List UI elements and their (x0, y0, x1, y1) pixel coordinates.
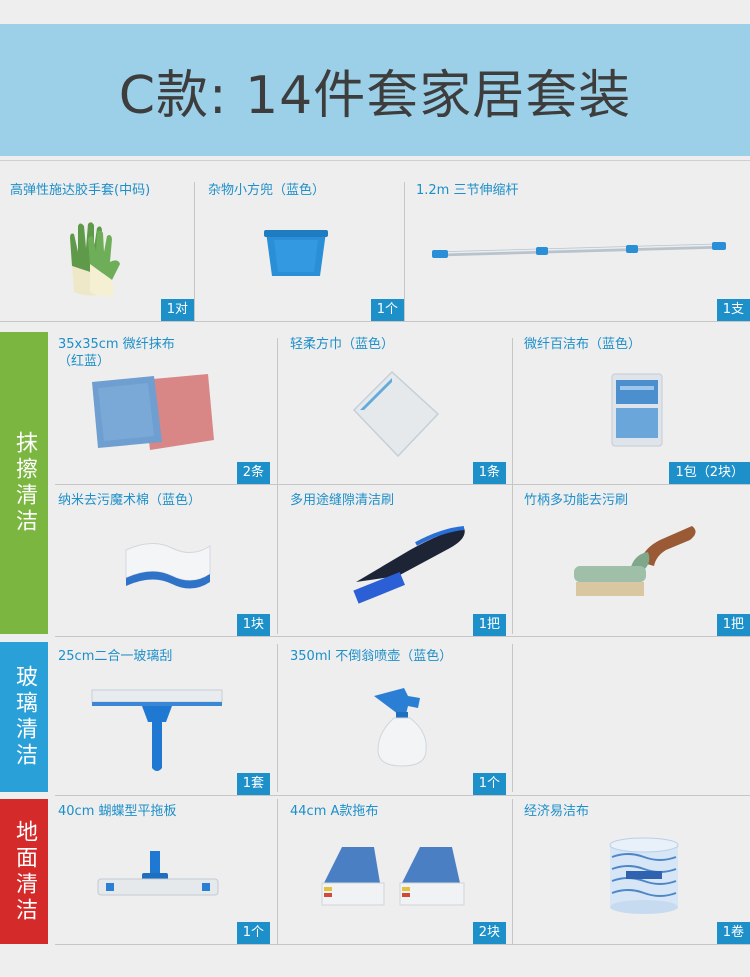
product-cell-pole[interactable]: 1.2m 三节伸缩杆 1支 (410, 178, 750, 321)
category-label: 地面清洁 (12, 819, 37, 924)
product-label: 高弹性施达胶手套(中码) (10, 183, 151, 198)
product-label: 竹柄多功能去污刷 (524, 493, 629, 508)
quantity-badge: 1套 (236, 773, 270, 795)
quantity-badge: 1支 (716, 299, 750, 321)
grid-line (55, 484, 750, 485)
product-cell-spray-bottle[interactable]: 350ml 不倒翁喷壶（蓝色） 1个 (284, 644, 506, 795)
grid-line (512, 799, 513, 944)
product-cell-soft-towel[interactable]: 轻柔方巾（蓝色） 1条 (284, 332, 506, 484)
category-floor: 地面清洁 (0, 799, 48, 944)
mop-pads-icon (321, 847, 465, 906)
divider (0, 160, 750, 161)
product-label: 多用途缝隙清洁刷 (290, 493, 395, 508)
product-label: 微纤百洁布（蓝色） (524, 337, 642, 352)
grid-line (55, 795, 750, 796)
magic-sponge-icon (125, 543, 211, 589)
product-label: 44cm A款拖布 (290, 804, 379, 819)
quantity-badge: 1个 (236, 922, 270, 944)
product-label: 轻柔方巾（蓝色） (290, 337, 395, 352)
product-label: 35x35cm 微纤抹布 （红蓝） (58, 337, 175, 369)
quantity-badge: 1块 (236, 614, 270, 636)
quantity-badge: 1条 (472, 462, 506, 484)
scouring-pad-pack-icon (611, 373, 663, 447)
product-cell-window-squeegee[interactable]: 25cm二合一玻璃刮 1套 (52, 644, 270, 795)
product-label: 杂物小方兜（蓝色） (208, 183, 326, 198)
window-squeegee-icon (91, 689, 223, 771)
quantity-badge: 2块 (472, 922, 506, 944)
quantity-badge: 1卷 (716, 922, 750, 944)
cloth-roll-icon (609, 837, 679, 914)
product-cell-gloves[interactable]: 高弹性施达胶手套(中码) 1对 (4, 178, 194, 321)
grid-line (512, 644, 513, 792)
quantity-badge: 1对 (160, 299, 194, 321)
grid-line (277, 799, 278, 944)
gloves-icon (70, 222, 120, 297)
crevice-brush-icon (353, 526, 465, 604)
page-title: C款: 14件套家居套装 (118, 65, 632, 126)
product-label: 40cm 蝴蝶型平拖板 (58, 804, 177, 819)
category-label: 抹擦清洁 (12, 431, 37, 535)
product-cell-scouring-pad[interactable]: 微纤百洁布（蓝色） 1包（2块） (518, 332, 750, 484)
quantity-badge: 1个 (370, 299, 404, 321)
grid-line (277, 644, 278, 792)
bamboo-brush-icon (574, 526, 696, 596)
grid-line (512, 338, 513, 634)
product-label: 纳米去污魔术棉（蓝色） (58, 493, 202, 508)
grid-line (194, 182, 195, 322)
product-cell-bamboo-brush[interactable]: 竹柄多功能去污刷 1把 (518, 488, 750, 636)
product-label: 1.2m 三节伸缩杆 (416, 183, 519, 198)
product-cell-flat-mop[interactable]: 40cm 蝴蝶型平拖板 1个 (52, 799, 270, 944)
grid-line (0, 321, 750, 322)
quantity-badge: 1把 (472, 614, 506, 636)
soft-towel-icon (352, 370, 440, 458)
category-label: 玻璃清洁 (12, 665, 37, 769)
product-label: 经济易洁布 (524, 804, 590, 819)
category-glass: 玻璃清洁 (0, 642, 48, 792)
grid-line (404, 182, 405, 322)
quantity-badge: 2条 (236, 462, 270, 484)
flat-mop-icon (97, 851, 219, 896)
product-cell-cloth-roll[interactable]: 经济易洁布 1卷 (518, 799, 750, 944)
microfiber-cloths-icon (92, 374, 214, 450)
product-label: 25cm二合一玻璃刮 (58, 649, 173, 664)
grid-line (55, 636, 750, 637)
product-label: 350ml 不倒翁喷壶（蓝色） (290, 649, 453, 664)
product-cell-mop-pads[interactable]: 44cm A款拖布 2块 (284, 799, 506, 944)
quantity-badge: 1把 (716, 614, 750, 636)
product-cell-magic-sponge[interactable]: 纳米去污魔术棉（蓝色） 1块 (52, 488, 270, 636)
category-wipe: 抹擦清洁 (0, 332, 48, 634)
basket-icon (264, 230, 328, 276)
quantity-badge: 1个 (472, 773, 506, 795)
product-cell-crevice-brush[interactable]: 多用途缝隙清洁刷 1把 (284, 488, 506, 636)
grid-line (55, 944, 750, 945)
quantity-badge: 1包（2块） (669, 462, 750, 484)
title-banner: C款: 14件套家居套装 (0, 24, 750, 156)
telescopic-pole-icon (432, 242, 726, 258)
product-cell-basket[interactable]: 杂物小方兜（蓝色） 1个 (202, 178, 404, 321)
spray-bottle-icon (374, 688, 427, 767)
product-cell-microfiber-cloth[interactable]: 35x35cm 微纤抹布 （红蓝） 2条 (52, 332, 270, 484)
grid-line (277, 338, 278, 634)
